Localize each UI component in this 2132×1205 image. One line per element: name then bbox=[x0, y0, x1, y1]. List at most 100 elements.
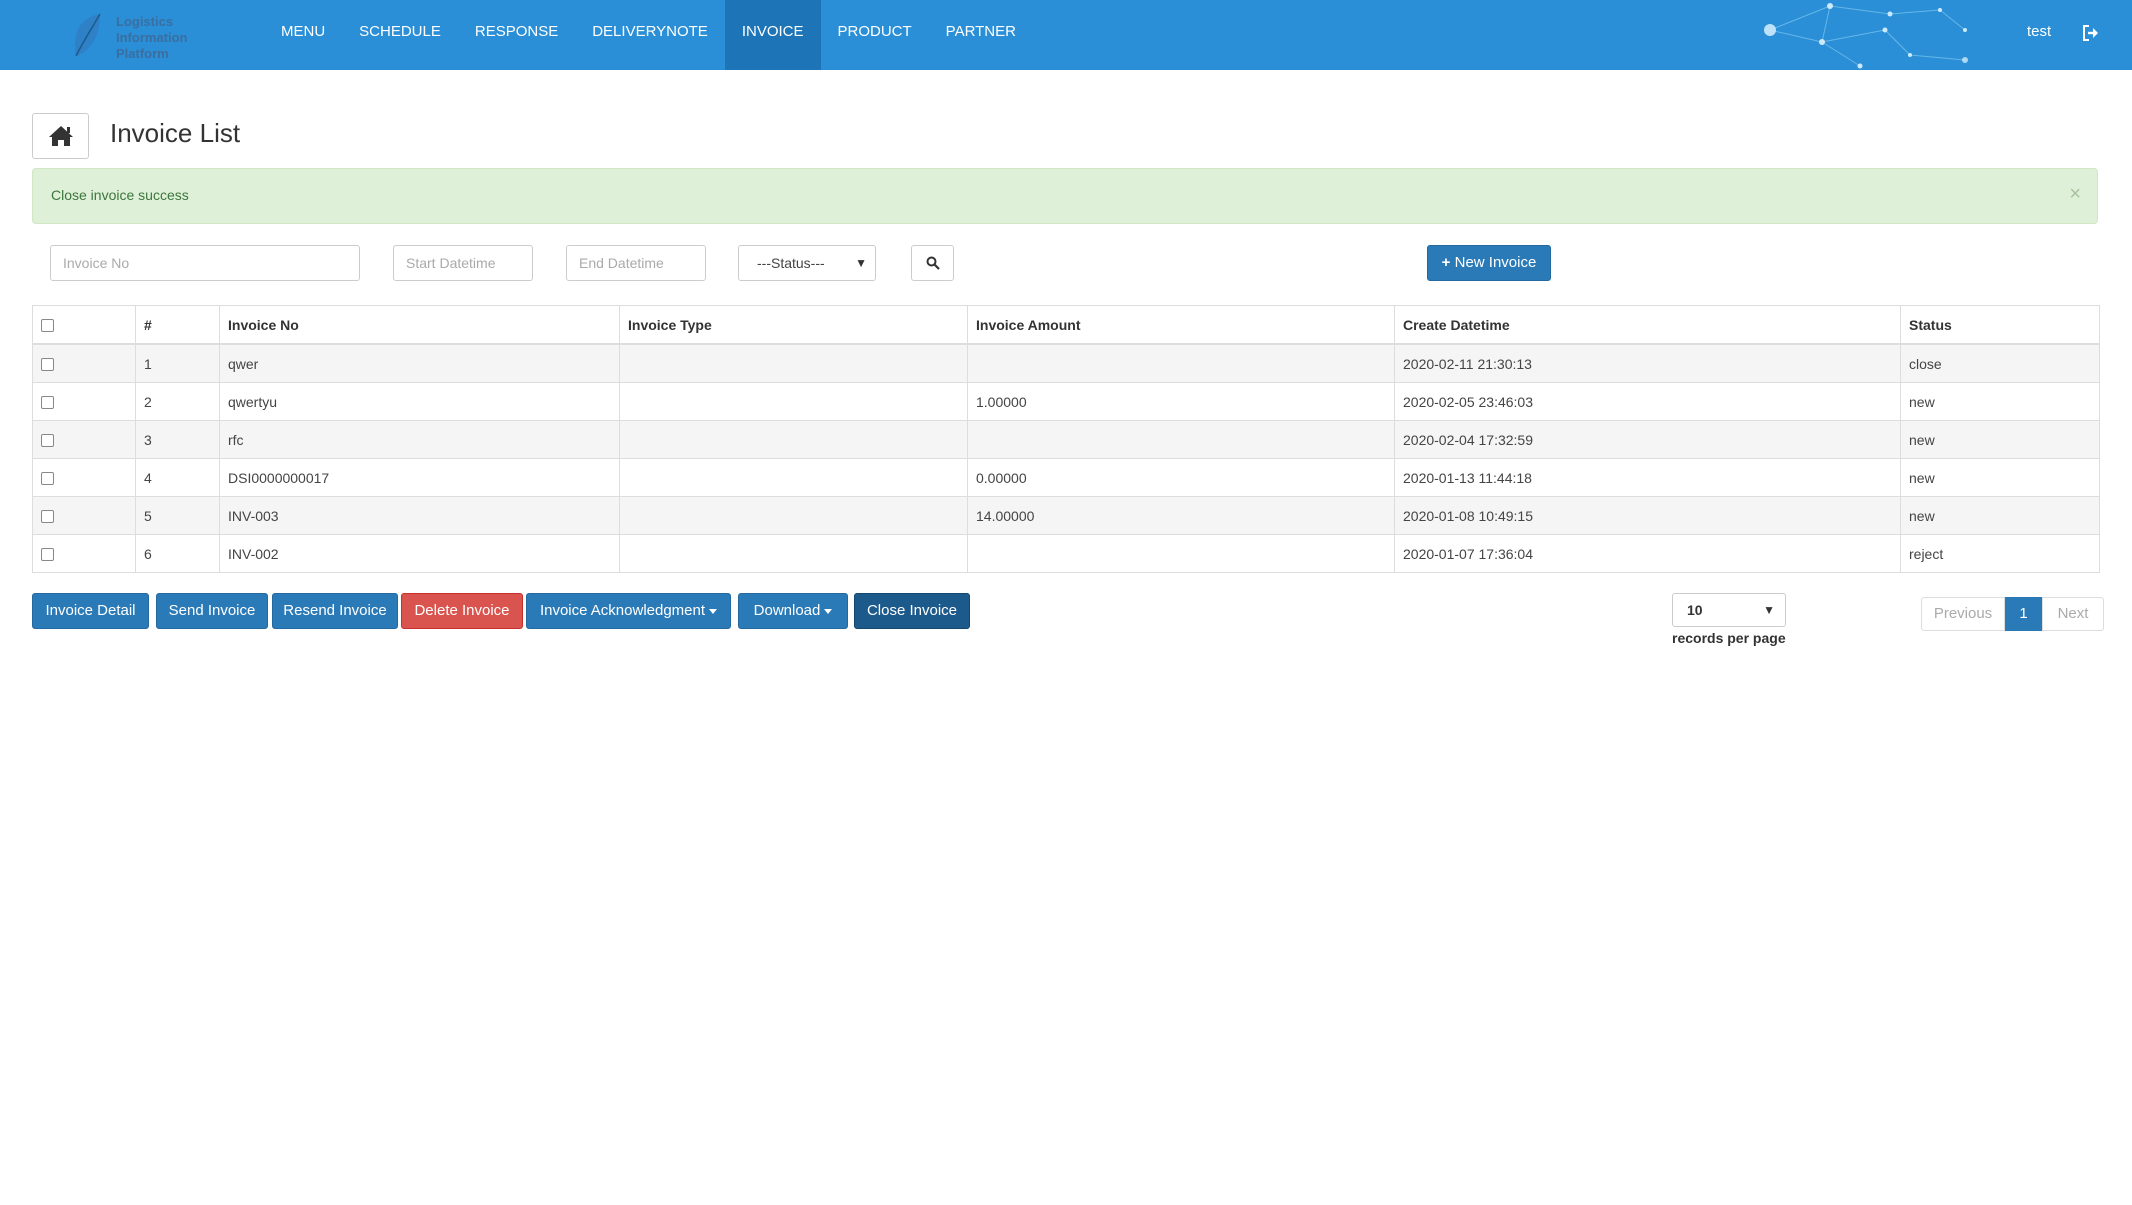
home-button[interactable] bbox=[32, 113, 89, 159]
table-row[interactable]: 5 INV-003 14.00000 2020-01-08 10:49:15 n… bbox=[32, 496, 2100, 535]
start-datetime-input[interactable] bbox=[393, 245, 533, 281]
cell-invoice-amount: 1.00000 bbox=[967, 382, 1395, 421]
logo-wordmark: Logistics Information Platform bbox=[116, 14, 188, 62]
sign-out-icon[interactable] bbox=[2080, 22, 2102, 44]
cell-invoice-amount bbox=[967, 534, 1395, 573]
select-all-header bbox=[32, 305, 136, 345]
next-page-button[interactable]: Next bbox=[2042, 597, 2104, 631]
new-invoice-button[interactable]: + New Invoice bbox=[1427, 245, 1551, 281]
cell-invoice-type bbox=[619, 343, 968, 383]
cell-status: new bbox=[1900, 496, 2100, 535]
select-all-checkbox[interactable] bbox=[41, 319, 54, 333]
row-select-cell bbox=[32, 458, 136, 497]
invoice-no-input[interactable] bbox=[50, 245, 360, 281]
cell-invoice-type bbox=[619, 496, 968, 535]
column-header-create-datetime[interactable]: Create Datetime bbox=[1394, 305, 1901, 345]
row-select-cell bbox=[32, 534, 136, 573]
previous-page-button[interactable]: Previous bbox=[1921, 597, 2005, 631]
cell-invoice-type bbox=[619, 534, 968, 573]
row-select-cell bbox=[32, 496, 136, 535]
cell-create-datetime: 2020-01-08 10:49:15 bbox=[1394, 496, 1901, 535]
cell-invoice-amount bbox=[967, 343, 1395, 383]
search-icon bbox=[926, 256, 940, 270]
cell-number: 1 bbox=[135, 343, 220, 383]
alert-message: Close invoice success bbox=[51, 187, 189, 203]
cell-create-datetime: 2020-02-05 23:46:03 bbox=[1394, 382, 1901, 421]
caret-down-icon bbox=[709, 608, 718, 614]
search-button[interactable] bbox=[911, 245, 954, 281]
row-select-cell bbox=[32, 382, 136, 421]
network-decoration bbox=[1764, 3, 1968, 69]
app-logo[interactable]: Logistics Information Platform bbox=[70, 12, 210, 62]
table-row[interactable]: 1 qwer 2020-02-11 21:30:13 close bbox=[32, 343, 2100, 383]
records-per-page-select[interactable]: 10 ▼ bbox=[1672, 593, 1786, 627]
records-per-page-label: records per page bbox=[1672, 630, 1786, 646]
invoice-acknowledgment-dropdown[interactable]: Invoice Acknowledgment bbox=[526, 593, 731, 629]
invoice-detail-button[interactable]: Invoice Detail bbox=[32, 593, 149, 629]
cell-create-datetime: 2020-02-11 21:30:13 bbox=[1394, 343, 1901, 383]
table-row[interactable]: 2 qwertyu 1.00000 2020-02-05 23:46:03 ne… bbox=[32, 382, 2100, 421]
nav-menu[interactable]: MENU bbox=[264, 0, 342, 70]
cell-invoice-no: rfc bbox=[219, 420, 620, 459]
success-alert: Close invoice success × bbox=[32, 168, 2098, 224]
download-label: Download bbox=[753, 602, 821, 619]
status-select[interactable]: ---Status--- ▼ bbox=[738, 245, 876, 281]
logo-line: Information bbox=[116, 30, 188, 45]
logo-line: Logistics bbox=[116, 14, 174, 29]
row-checkbox[interactable] bbox=[41, 396, 54, 410]
cell-create-datetime: 2020-02-04 17:32:59 bbox=[1394, 420, 1901, 459]
delete-invoice-button[interactable]: Delete Invoice bbox=[401, 593, 523, 629]
status-select-value: ---Status--- bbox=[757, 255, 825, 271]
plus-icon: + bbox=[1441, 254, 1451, 271]
page-1-button[interactable]: 1 bbox=[2005, 597, 2042, 631]
main-nav: MENU SCHEDULE RESPONSE DELIVERYNOTE INVO… bbox=[264, 0, 1033, 70]
cell-status: reject bbox=[1900, 534, 2100, 573]
nav-invoice[interactable]: INVOICE bbox=[724, 0, 821, 70]
cell-status: new bbox=[1900, 420, 2100, 459]
logo-line: Platform bbox=[116, 46, 169, 61]
cell-invoice-amount: 0.00000 bbox=[967, 458, 1395, 497]
new-invoice-label: New Invoice bbox=[1454, 254, 1537, 271]
resend-invoice-button[interactable]: Resend Invoice bbox=[272, 593, 398, 629]
cell-invoice-no: qwer bbox=[219, 343, 620, 383]
table-row[interactable]: 6 INV-002 2020-01-07 17:36:04 reject bbox=[32, 534, 2100, 573]
table-row[interactable]: 3 rfc 2020-02-04 17:32:59 new bbox=[32, 420, 2100, 459]
cell-invoice-amount: 14.00000 bbox=[967, 496, 1395, 535]
end-datetime-input[interactable] bbox=[566, 245, 706, 281]
caret-down-icon bbox=[824, 608, 833, 614]
send-invoice-button[interactable]: Send Invoice bbox=[156, 593, 268, 629]
row-checkbox[interactable] bbox=[41, 434, 54, 448]
column-header-status[interactable]: Status bbox=[1900, 305, 2100, 345]
cell-number: 5 bbox=[135, 496, 220, 535]
cell-invoice-no: INV-002 bbox=[219, 534, 620, 573]
column-header-invoice-no[interactable]: Invoice No bbox=[219, 305, 620, 345]
nav-product[interactable]: PRODUCT bbox=[821, 0, 929, 70]
close-invoice-button[interactable]: Close Invoice bbox=[854, 593, 970, 629]
alert-close-button[interactable]: × bbox=[2069, 183, 2081, 206]
row-checkbox[interactable] bbox=[41, 510, 54, 524]
table-row[interactable]: 4 DSI0000000017 0.00000 2020-01-13 11:44… bbox=[32, 458, 2100, 497]
nav-deliverynote[interactable]: DELIVERYNOTE bbox=[575, 0, 725, 70]
cell-number: 4 bbox=[135, 458, 220, 497]
cell-number: 3 bbox=[135, 420, 220, 459]
invoice-table: # Invoice No Invoice Type Invoice Amount… bbox=[32, 305, 2100, 573]
nav-schedule[interactable]: SCHEDULE bbox=[342, 0, 458, 70]
user-name[interactable]: test bbox=[2027, 0, 2051, 64]
download-dropdown[interactable]: Download bbox=[738, 593, 848, 629]
cell-invoice-type bbox=[619, 382, 968, 421]
cell-status: close bbox=[1900, 343, 2100, 383]
cell-invoice-type bbox=[619, 458, 968, 497]
nav-response[interactable]: RESPONSE bbox=[458, 0, 575, 70]
column-header-invoice-amount[interactable]: Invoice Amount bbox=[967, 305, 1395, 345]
records-per-page-value: 10 bbox=[1687, 602, 1703, 618]
cell-create-datetime: 2020-01-13 11:44:18 bbox=[1394, 458, 1901, 497]
cell-invoice-no: qwertyu bbox=[219, 382, 620, 421]
cell-number: 6 bbox=[135, 534, 220, 573]
column-header-number[interactable]: # bbox=[135, 305, 220, 345]
row-checkbox[interactable] bbox=[41, 358, 54, 372]
cell-status: new bbox=[1900, 382, 2100, 421]
row-checkbox[interactable] bbox=[41, 472, 54, 486]
row-checkbox[interactable] bbox=[41, 548, 54, 562]
nav-partner[interactable]: PARTNER bbox=[929, 0, 1033, 70]
column-header-invoice-type[interactable]: Invoice Type bbox=[619, 305, 968, 345]
